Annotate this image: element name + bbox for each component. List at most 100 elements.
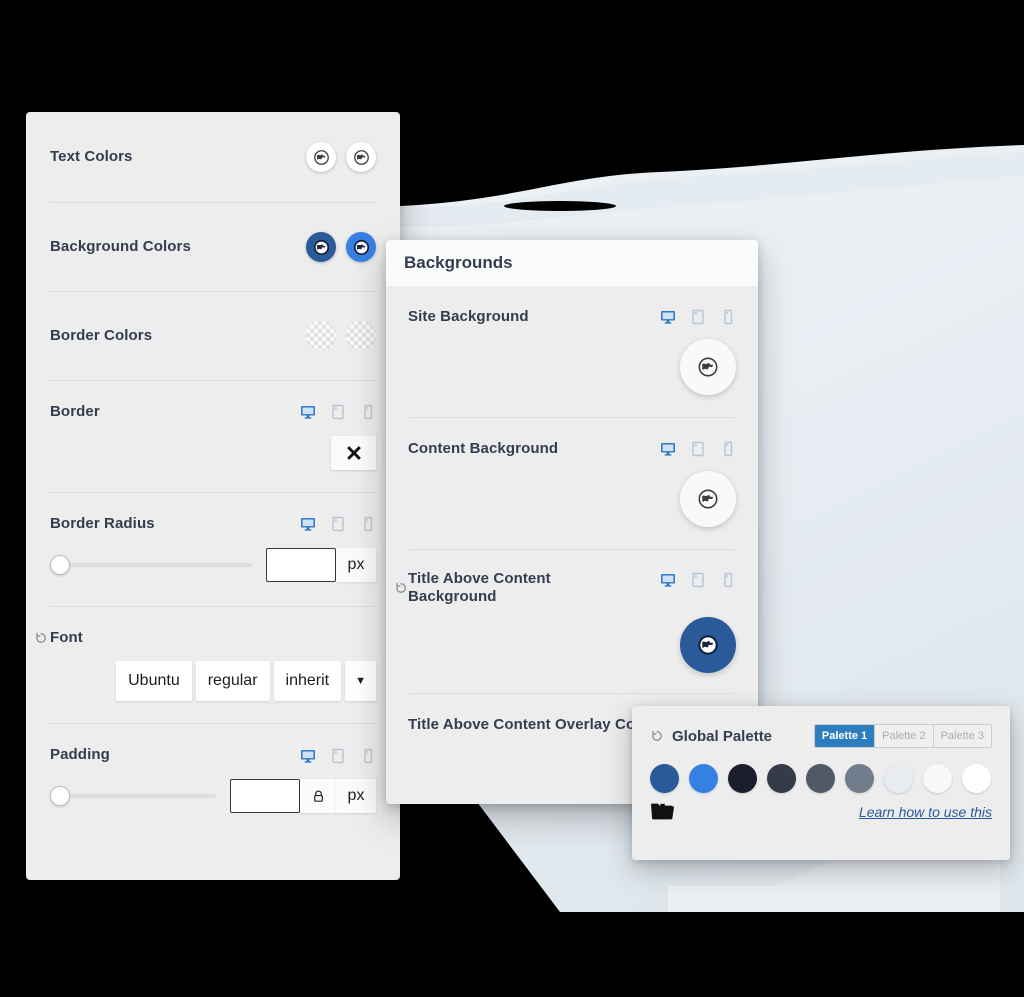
close-icon: [346, 445, 361, 460]
border-color-swatch-1[interactable]: [306, 321, 336, 351]
folder-icon[interactable]: [650, 801, 675, 822]
row-text-colors: Text Colors: [26, 112, 400, 202]
row-label-border-colors: Border Colors: [50, 326, 153, 344]
text-colors-swatches: [306, 142, 376, 172]
slider-knob[interactable]: [50, 786, 70, 806]
reset-icon[interactable]: [34, 631, 48, 645]
styles-panel: Text Colors Background Colors Border Col…: [26, 112, 400, 880]
row-site-background: Site Background: [386, 286, 758, 395]
border-radius-slider[interactable]: [50, 554, 252, 575]
row-label-padding: Padding: [50, 746, 110, 764]
tablet-icon[interactable]: [330, 404, 346, 420]
globe-icon: [698, 489, 718, 508]
palette-color-7[interactable]: [884, 764, 913, 793]
mobile-icon[interactable]: [720, 441, 736, 457]
global-palette-title: Global Palette: [672, 727, 773, 745]
lock-icon[interactable]: [300, 779, 336, 813]
globe-icon: [698, 635, 718, 655]
tablet-icon[interactable]: [330, 748, 346, 764]
text-color-swatch-1[interactable]: [306, 142, 336, 172]
row-label-background-colors: Background Colors: [50, 237, 191, 255]
row-padding: Padding px: [26, 724, 400, 813]
desktop-icon[interactable]: [660, 441, 676, 457]
globe-icon: [313, 239, 329, 255]
palette-tabs: Palette 1 Palette 2 Palette 3: [813, 724, 992, 748]
globe-icon: [353, 239, 369, 255]
font-family-button[interactable]: Ubuntu: [116, 661, 192, 702]
padding-unit-button[interactable]: px: [336, 779, 376, 813]
row-label-site-background: Site Background: [408, 308, 529, 325]
row-label-border: Border: [50, 403, 100, 420]
palette-color-5[interactable]: [806, 764, 835, 793]
row-font: Font Ubuntu regular inherit ▼: [26, 607, 400, 702]
border-colors-swatches: [306, 321, 376, 351]
tablet-icon[interactable]: [690, 441, 706, 457]
background-color-swatch-2[interactable]: [346, 232, 376, 262]
font-weight-button[interactable]: regular: [195, 661, 270, 702]
row-label-content-background: Content Background: [408, 439, 559, 457]
device-toggle-content-background: [660, 441, 736, 457]
desktop-icon[interactable]: [660, 572, 676, 588]
row-label-title-above-content-background: Title Above Content Background: [408, 569, 551, 606]
row-label-font: Font: [50, 628, 83, 646]
reset-icon[interactable]: [394, 581, 408, 595]
text-color-swatch-2[interactable]: [346, 142, 376, 172]
device-toggle-title-above-content-background: [660, 572, 736, 588]
palette-color-4[interactable]: [767, 764, 796, 793]
palette-color-8[interactable]: [923, 764, 952, 793]
background-color-swatch-1[interactable]: [306, 232, 336, 262]
device-toggle-padding: [300, 748, 376, 764]
padding-slider[interactable]: [50, 786, 216, 806]
tab-palette-3[interactable]: Palette 3: [933, 725, 991, 747]
global-palette-popup: Global Palette Palette 1 Palette 2 Palet…: [632, 706, 1010, 860]
device-toggle-site-background: [660, 309, 736, 325]
content-background-color-button[interactable]: [680, 470, 736, 527]
palette-color-9[interactable]: [962, 764, 991, 793]
chevron-down-icon[interactable]: ▼: [345, 661, 376, 702]
font-controls: Ubuntu regular inherit ▼: [50, 661, 376, 702]
row-title-above-content-background: Title Above Content Background: [386, 550, 758, 673]
row-border: Border: [26, 381, 400, 470]
palette-color-6[interactable]: [845, 764, 874, 793]
mobile-icon[interactable]: [360, 748, 376, 764]
tab-palette-2[interactable]: Palette 2: [875, 725, 934, 747]
desktop-icon[interactable]: [300, 404, 316, 420]
row-label-border-radius: Border Radius: [50, 514, 155, 532]
background-colors-swatches: [306, 232, 376, 262]
desktop-icon[interactable]: [300, 748, 316, 764]
palette-color-1[interactable]: [650, 764, 679, 793]
learn-more-link[interactable]: Learn how to use this: [859, 804, 992, 820]
reset-icon[interactable]: [650, 729, 664, 743]
mobile-icon[interactable]: [360, 404, 376, 420]
tablet-icon[interactable]: [690, 572, 706, 588]
font-style-button[interactable]: inherit: [273, 661, 342, 702]
slider-knob[interactable]: [50, 554, 70, 575]
row-content-background: Content Background: [386, 418, 758, 527]
palette-color-2[interactable]: [689, 764, 718, 793]
panel-title: Backgrounds: [404, 253, 513, 272]
desktop-icon[interactable]: [300, 516, 316, 532]
title-above-content-background-color-button[interactable]: [680, 617, 736, 673]
device-toggle-border: [300, 404, 376, 420]
border-radius-input[interactable]: [266, 547, 336, 582]
tablet-icon[interactable]: [330, 516, 346, 532]
palette-color-3[interactable]: [728, 764, 757, 793]
backgrounds-panel-title-bar: Backgrounds: [386, 240, 758, 286]
globe-icon: [313, 149, 329, 165]
tab-palette-1[interactable]: Palette 1: [814, 725, 876, 747]
row-label-text-colors: Text Colors: [50, 147, 133, 165]
border-color-swatch-2[interactable]: [346, 321, 376, 351]
tablet-icon[interactable]: [690, 309, 706, 325]
mobile-icon[interactable]: [720, 309, 736, 325]
mobile-icon[interactable]: [720, 572, 736, 588]
slider-track: [50, 562, 252, 567]
global-palette-header: Global Palette Palette 1 Palette 2 Palet…: [632, 706, 1010, 748]
border-radius-unit-button[interactable]: px: [336, 547, 376, 582]
site-background-color-button[interactable]: [680, 338, 736, 395]
row-border-radius: Border Radius px: [26, 493, 400, 582]
desktop-icon[interactable]: [660, 309, 676, 325]
mobile-icon[interactable]: [360, 516, 376, 532]
clear-border-button[interactable]: [331, 435, 376, 470]
row-border-colors: Border Colors: [26, 292, 400, 380]
padding-input[interactable]: [230, 779, 300, 813]
